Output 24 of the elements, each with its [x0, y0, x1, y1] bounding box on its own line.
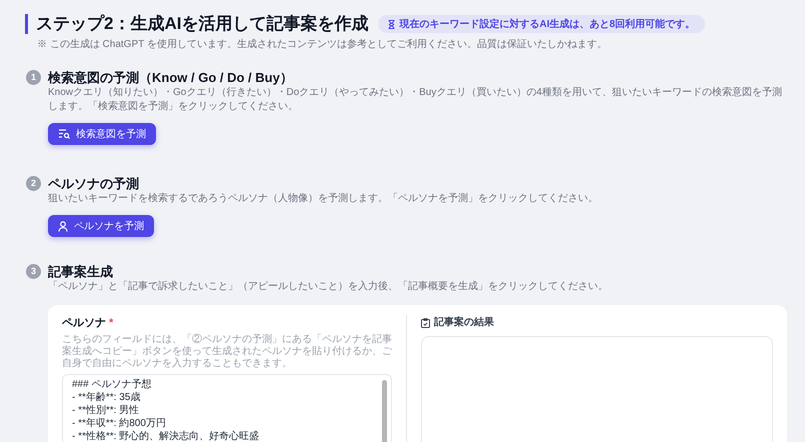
quota-badge: 現在のキーワード設定に対するAI生成は、あと8回利用可能です。 [378, 15, 706, 33]
step-title: 記事案生成 [48, 263, 114, 280]
field-label: ペルソナ [62, 316, 106, 331]
required-mark: * [109, 316, 114, 331]
list-search-icon [58, 129, 70, 139]
field-help: こちらのフィールドには、「②ペルソナの予測」にある「ペルソナを記事案生成へコピー」ボタンを使って生成されたペルソナを貼り付けるか、ご自身で自由にペルソナを入力することもできます。 [62, 334, 392, 370]
predict-button[interactable]: 検索意図を予測 [48, 123, 156, 145]
page-title: ステップ2：生成AIを活用して記事案を作成 [25, 14, 368, 34]
disclaimer-note: ※ この生成は ChatGPT を使用しています。生成されたコンテンツは参考としてご利用ください。品質は保証いたしかねます。 [36, 38, 608, 52]
step-title: ペルソナの予測 [48, 175, 140, 192]
step-description: 狙いたいキーワードを検索するであろうペルソナ（人物像）を予測します。「ペルソナを予測」をクリックしてください。 [48, 192, 598, 206]
step-number: 2 [26, 176, 41, 191]
clipboard-check-icon [421, 318, 430, 328]
step-description: 「ペルソナ」と「記事で訴求したいこと」（アピールしたいこと）を入力後、「記事概要を生成」をクリックしてください。 [48, 280, 608, 294]
hourglass-icon [388, 20, 396, 28]
predict-button[interactable]: ペルソナを予測 [48, 215, 154, 237]
step-number: 1 [26, 70, 41, 85]
user-icon [58, 220, 68, 232]
persona-textarea[interactable]: ### ペルソナ予想 - **年齢**: 35歳 - **性別**: 男性 - **年収**: 約800万円 - **性格**: 野心的、解決志向、好奇心旺盛 [62, 374, 392, 442]
step-number: 3 [26, 264, 41, 279]
result-label: 記事案の結果 [434, 315, 494, 330]
step-description: Knowクエリ（知りたい）・Goクエリ（行きたい）・Doクエリ（やってみたい）・Buyクエリ（買いたい）の4種類を用いて、狙いたいキーワードの検索意図を予測します。「検索意図を予測」をクリックしてください。 [48, 86, 783, 114]
step-title: 検索意図の予測（Know / Go / Do / Buy） [48, 69, 294, 86]
scrollbar-thumb[interactable] [382, 380, 387, 442]
